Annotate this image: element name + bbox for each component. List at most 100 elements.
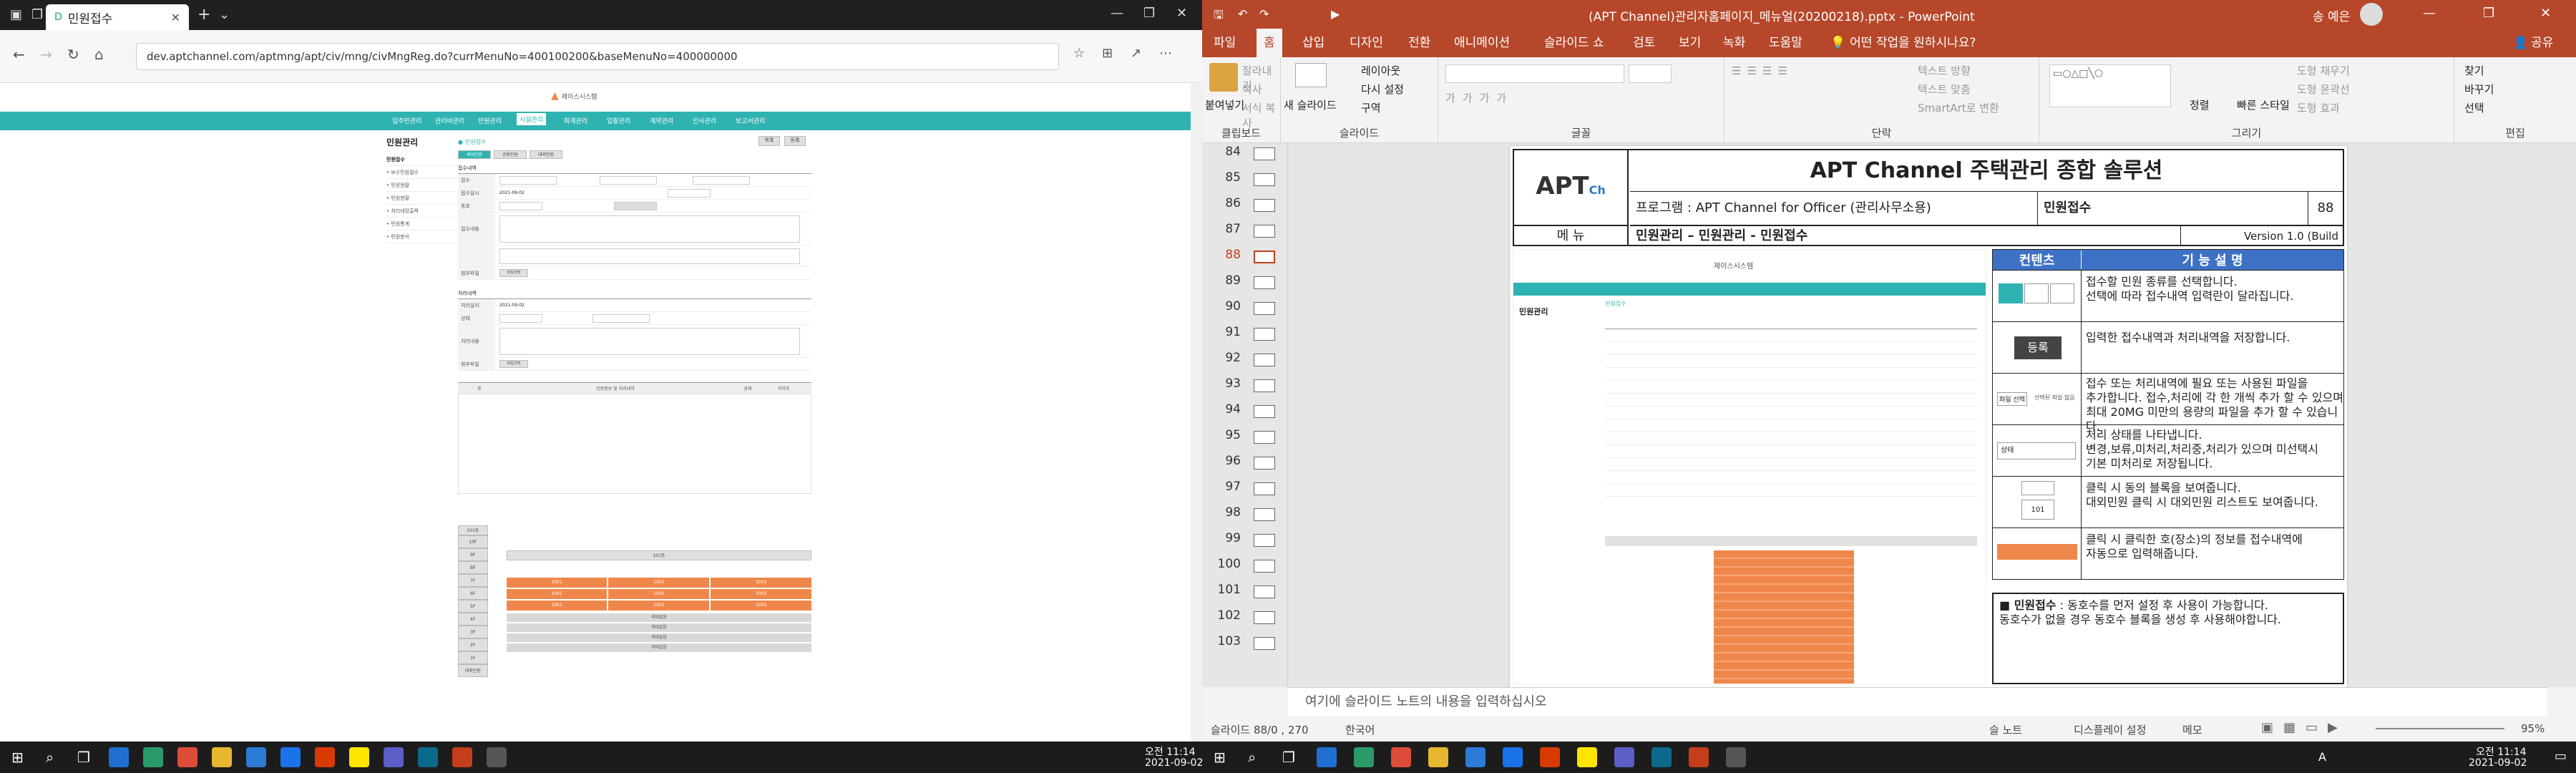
unit-cell[interactable]: 1001 <box>506 578 608 588</box>
nav-item[interactable]: 보고서관리 <box>736 116 765 125</box>
avatar[interactable] <box>2360 3 2383 26</box>
chrome-taskbar-icon[interactable] <box>177 747 197 767</box>
tab-common[interactable]: 공용민원 <box>494 150 527 159</box>
refresh-icon[interactable]: ↻ <box>67 46 79 63</box>
notes-toggle[interactable]: 슬 노트 <box>1989 722 2022 737</box>
sidebar-item[interactable]: • 처리대장출력 <box>386 205 458 218</box>
clock-left[interactable]: 오전 11:14 <box>1145 744 1196 759</box>
block-button[interactable]: 101동 <box>458 525 488 535</box>
app3-taskbar-icon[interactable] <box>418 747 438 767</box>
slide-thumbnail[interactable] <box>1254 302 1275 315</box>
tab-animations[interactable]: 애니메이션 <box>1447 29 1517 57</box>
settings-taskbar-icon[interactable] <box>487 747 507 767</box>
ime-indicator[interactable]: A <box>2318 750 2326 764</box>
close-window-icon[interactable]: ✕ <box>1176 6 1187 21</box>
slide-thumbnail[interactable] <box>1254 534 1275 547</box>
clock-right[interactable]: 오전 11:14 <box>2476 744 2527 759</box>
receipt-extra-textarea[interactable] <box>499 248 800 264</box>
start-icon[interactable]: ⊞ <box>11 749 24 766</box>
unit-cell[interactable]: 1002 <box>608 601 710 611</box>
store-taskbar-icon[interactable] <box>246 747 266 767</box>
task-view-icon[interactable]: ❐ <box>1282 749 1295 766</box>
tell-me-search[interactable]: 💡 어떤 작업을 원하시나요? <box>1823 29 1983 57</box>
app2-taskbar-icon[interactable] <box>1614 747 1634 767</box>
tab-transitions[interactable]: 전환 <box>1401 29 1438 57</box>
url-input[interactable]: dev.aptchannel.com/aptmng/apt/civ/mng/ci… <box>136 43 1059 70</box>
save-icon[interactable]: 🖫 <box>1214 7 1224 26</box>
display-settings[interactable]: 디스플레이 설정 <box>2074 722 2146 737</box>
app2-taskbar-icon[interactable] <box>384 747 404 767</box>
zoom-slider[interactable] <box>2376 728 2504 729</box>
slide-thumbnail[interactable] <box>1254 405 1275 418</box>
tab-home[interactable]: 홈 <box>1257 29 1282 57</box>
unit-select[interactable] <box>499 201 542 210</box>
nav-item[interactable]: 민원관리 <box>478 116 502 125</box>
restore-icon[interactable]: ❐ <box>1143 6 1155 21</box>
shapes-gallery[interactable]: ▭○△□╲⬠ <box>2049 64 2171 107</box>
tab-external[interactable]: 대외민원 <box>530 150 562 159</box>
processor-select[interactable] <box>592 313 650 323</box>
tab-help[interactable]: 도움말 <box>1762 29 1810 57</box>
kakao-taskbar-icon[interactable] <box>349 747 369 767</box>
redo-icon[interactable]: ↷ <box>1259 7 1269 21</box>
folder-taskbar-icon[interactable] <box>212 747 232 767</box>
find-button[interactable]: 찾기 <box>2464 63 2484 78</box>
new-slide-icon[interactable] <box>1295 63 1327 87</box>
file-select-button[interactable]: 파일선택 <box>499 269 528 277</box>
tab-household[interactable]: 세대민원 <box>458 150 491 159</box>
slide-thumbnail[interactable] <box>1254 328 1275 341</box>
slide-thumbnail[interactable] <box>1254 482 1275 495</box>
font-format-buttons[interactable]: 가가가가 <box>1445 90 1513 105</box>
sidebar-item[interactable]: 민원접수 <box>386 153 458 166</box>
notification-icon[interactable]: ▭ <box>2555 749 2567 764</box>
slide-thumbnail[interactable] <box>1254 637 1275 650</box>
tab-list-icon[interactable]: ❐ <box>31 7 43 22</box>
collections-icon[interactable]: ⊞ <box>1102 46 1113 61</box>
slide-scrollbar[interactable] <box>2547 143 2576 687</box>
text-direction-button[interactable]: 텍스트 방향 <box>1918 63 1971 78</box>
receipt-phone-input[interactable] <box>693 175 750 185</box>
receipt-name-input[interactable] <box>600 175 657 185</box>
edge-scrollbar[interactable] <box>1191 83 1202 742</box>
comments-toggle[interactable]: 메모 <box>2182 722 2202 737</box>
receipt-content-textarea[interactable] <box>499 215 800 243</box>
list-buttons[interactable]: ☰☰☰☰ <box>1732 64 1793 77</box>
back-icon[interactable]: ← <box>13 46 25 63</box>
unit-cell[interactable]: 1001 <box>506 601 608 611</box>
slideshow-icon[interactable]: ▶ <box>1331 7 1340 21</box>
receipt-time-input[interactable] <box>667 188 711 198</box>
home-icon[interactable]: ⌂ <box>94 46 104 63</box>
status-select[interactable] <box>499 313 542 323</box>
nav-item[interactable]: 인사관리 <box>693 116 716 125</box>
layout-button[interactable]: 레이아웃 <box>1361 63 1400 78</box>
tab-actions-icon[interactable]: ▣ <box>10 7 22 22</box>
shape-fill-button[interactable]: 도형 채우기 <box>2297 63 2350 78</box>
sidebar-item[interactable]: • 민원현황 <box>386 192 458 205</box>
minimize-icon[interactable]: — <box>2423 6 2436 21</box>
task-view-icon[interactable]: ❐ <box>77 749 90 766</box>
smartart-button[interactable]: SmartArt로 변환 <box>1918 100 1999 115</box>
unit-cell[interactable]: 1003 <box>711 601 811 611</box>
nav-item[interactable]: 입찰관리 <box>607 116 630 125</box>
sidebar-item[interactable]: • 민원현황 <box>386 179 458 192</box>
shape-outline-button[interactable]: 도형 윤곽선 <box>2297 82 2350 97</box>
font-size-select[interactable] <box>1629 64 1672 83</box>
app-taskbar-icon[interactable] <box>143 747 163 767</box>
new-tab-icon[interactable]: + <box>197 6 210 24</box>
date-right[interactable]: 2021-09-02 <box>2469 757 2527 769</box>
nav-item[interactable]: 입주민관리 <box>392 116 421 125</box>
powerpoint-taskbar-icon[interactable] <box>1689 747 1709 767</box>
nav-item[interactable]: 회계관리 <box>564 116 587 125</box>
file-select-button[interactable]: 파일선택 <box>499 360 528 368</box>
slide-thumbnail[interactable] <box>1254 276 1275 289</box>
app3-taskbar-icon[interactable] <box>1652 747 1672 767</box>
tab-record[interactable]: 녹화 <box>1716 29 1752 57</box>
tab-slideshow[interactable]: 슬라이드 쇼 <box>1537 29 1611 57</box>
sidebar-item[interactable]: • 민원통계 <box>386 218 458 230</box>
slide[interactable]: APTCh APT Channel 주택관리 종합 솔루션 프로그램 : APT… <box>1510 146 2347 687</box>
section-button[interactable]: 구역 <box>1361 100 1381 115</box>
folder-taskbar-icon[interactable] <box>1428 747 1448 767</box>
mail-taskbar-icon[interactable] <box>280 747 301 767</box>
slide-thumbnail[interactable] <box>1254 173 1275 186</box>
slide-thumbnail[interactable] <box>1254 585 1275 598</box>
